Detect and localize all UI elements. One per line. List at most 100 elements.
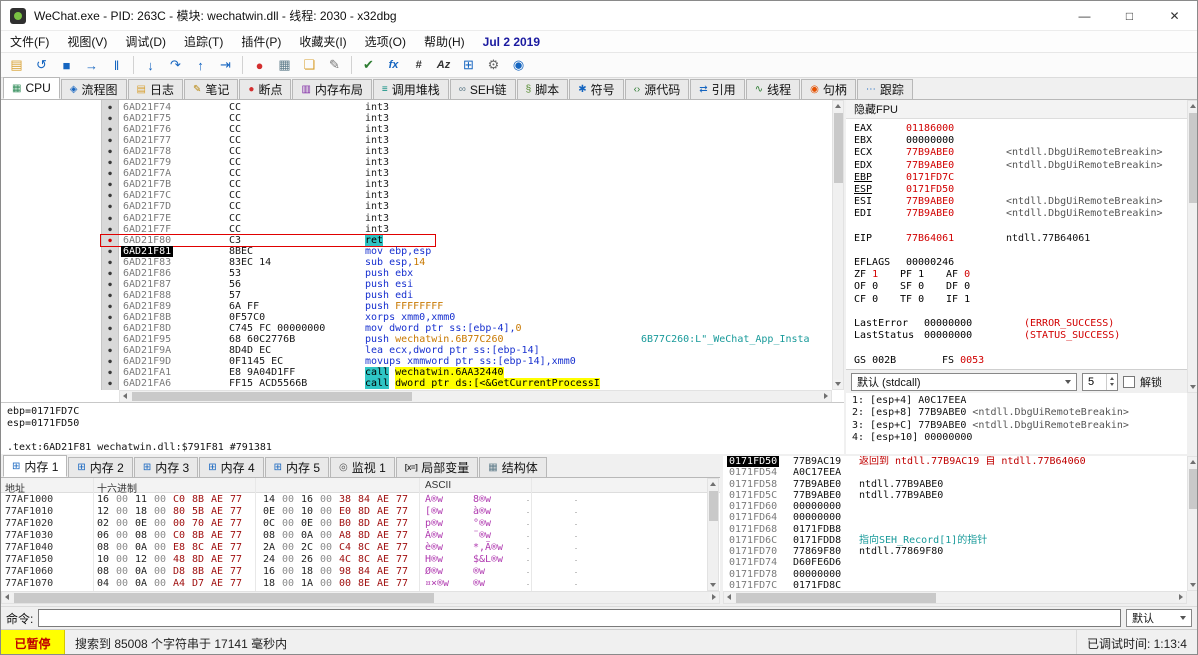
tab-source[interactable]: ‹›源代码	[625, 79, 690, 99]
tab-dump4[interactable]: ⊞内存 4	[199, 457, 263, 477]
stack-row[interactable]: 0171FD7800000000	[723, 569, 1187, 580]
menu-item[interactable]: 帮助(H)	[415, 31, 474, 53]
tab-call-stack[interactable]: ≡调用堆栈	[373, 79, 449, 99]
stop-icon[interactable]: ■	[55, 54, 78, 76]
scroll-right-icon[interactable]	[709, 592, 719, 602]
tab-dump1[interactable]: ⊞内存 1	[3, 455, 67, 477]
disasm-row[interactable]: ●6AD21F79CCint3	[1, 157, 844, 168]
scroll-right-icon[interactable]	[821, 391, 831, 401]
menu-item[interactable]: 视图(V)	[58, 31, 116, 53]
disasm-row[interactable]: ●6AD21F80C3ret	[1, 235, 844, 246]
tab-script[interactable]: §脚本	[517, 79, 569, 99]
run-icon[interactable]: →	[80, 54, 103, 76]
scroll-up-icon[interactable]	[1188, 457, 1198, 467]
scroll-thumb[interactable]	[834, 113, 843, 183]
register-row[interactable]: EDX77B9ABE0<ntdll.DbgUiRemoteBreakin>	[846, 160, 1187, 172]
dump-row[interactable]: 77AF101012001800805BAE770E001000E08DAE77…	[1, 506, 720, 518]
stack-row[interactable]: 0171FD6400000000	[723, 512, 1187, 523]
pause-icon[interactable]: ‖	[105, 54, 128, 76]
stack-hscrollbar[interactable]	[723, 591, 1187, 604]
disasm-row[interactable]: ●6AD21FA6FF15 ACD5566Bcall dword ptr ds:…	[1, 378, 844, 389]
register-row[interactable]: LastError00000000(ERROR_SUCCESS)	[846, 318, 1187, 330]
dump-row[interactable]: 77AF106008000A00D88BAE77160018009884AE77…	[1, 566, 720, 578]
register-row[interactable]: EAX01186000	[846, 123, 1187, 135]
stack-row[interactable]: 0171FD680171FDB8	[723, 524, 1187, 535]
scroll-thumb[interactable]	[14, 593, 434, 603]
tab-graph[interactable]: ◈流程图	[61, 79, 127, 99]
argument-row[interactable]: 4: [esp+10] 00000000	[846, 432, 1187, 444]
tab-handles[interactable]: ◉句柄	[801, 79, 856, 99]
disasm-row[interactable]: ●6AD21F7DCCint3	[1, 201, 844, 212]
scroll-down-icon[interactable]	[708, 580, 718, 590]
tab-references[interactable]: ⇄引用	[690, 79, 744, 99]
argument-row[interactable]: 1: [esp+4] A0C17EEA	[846, 395, 1187, 407]
settings-icon[interactable]: ⚙	[482, 54, 505, 76]
disasm-row[interactable]: ●6AD21F8DC745 FC 00000000mov dword ptr s…	[1, 323, 844, 334]
registers-vscrollbar[interactable]	[1187, 100, 1198, 393]
register-row[interactable]: EBX00000000	[846, 135, 1187, 147]
open-file-icon[interactable]: ▤	[5, 54, 28, 76]
argument-count-spinner[interactable]: 5	[1082, 373, 1118, 391]
tab-cpu[interactable]: ▦CPU	[3, 77, 60, 99]
tab-dump3[interactable]: ⊞内存 3	[134, 457, 198, 477]
calculator-icon[interactable]: ⊞	[457, 54, 480, 76]
spin-down-icon[interactable]	[1107, 382, 1117, 390]
log-icon[interactable]: ❏	[298, 54, 321, 76]
register-row[interactable]: ECX77B9ABE0<ntdll.DbgUiRemoteBreakin>	[846, 147, 1187, 159]
stack-row[interactable]: 0171FD5077B9AC19返回到 ntdll.77B9AC19 自 ntd…	[723, 456, 1187, 467]
tab-seh[interactable]: ∞SEH链	[450, 79, 516, 99]
scroll-left-icon[interactable]	[724, 592, 734, 602]
functions-icon[interactable]: fx	[382, 54, 405, 76]
disasm-row[interactable]: ●6AD21F8756push esi	[1, 279, 844, 290]
menu-item[interactable]: 选项(O)	[356, 31, 415, 53]
menu-item[interactable]: 收藏夹(I)	[290, 31, 355, 53]
globe-icon[interactable]: ◉	[507, 54, 530, 76]
disasm-row[interactable]: ●6AD21F74CCint3	[1, 102, 844, 113]
disasm-row[interactable]: ●6AD21F75CCint3	[1, 113, 844, 124]
tab-notes[interactable]: ✎笔记	[184, 79, 238, 99]
disasm-row[interactable]: ●6AD21F7CCCint3	[1, 190, 844, 201]
menu-item[interactable]: 插件(P)	[232, 31, 290, 53]
dump-row[interactable]: 77AF102002000E000070AE770C000E00B08DAE77…	[1, 518, 720, 530]
register-row[interactable]: EBP0171FD7C	[846, 172, 1187, 184]
menu-item-date[interactable]: Jul 2 2019	[474, 31, 549, 53]
stack-row[interactable]: 0171FD7077869F80ntdll.77869F80	[723, 546, 1187, 557]
disasm-row[interactable]: ●6AD21F77CCint3	[1, 135, 844, 146]
scroll-up-icon[interactable]	[708, 479, 718, 489]
tab-breakpoints[interactable]: ●断点	[239, 79, 291, 99]
disasm-hscrollbar[interactable]	[119, 390, 832, 402]
patches-icon[interactable]: ✔	[357, 54, 380, 76]
register-row[interactable]: EDI77B9ABE0<ntdll.DbgUiRemoteBreakin>	[846, 208, 1187, 220]
stack-vscrollbar[interactable]	[1187, 456, 1198, 591]
stack-row[interactable]: 0171FD6C0171FDD8指向SEH_Record[1]的指针	[723, 535, 1187, 546]
register-row[interactable]: LastStatus00000000(STATUS_SUCCESS)	[846, 330, 1187, 342]
tab-memory-map[interactable]: ▥内存布局	[292, 79, 371, 99]
register-row[interactable]: EIP77B64061ntdll.77B64061	[846, 233, 1187, 245]
calling-convention-select[interactable]: 默认 (stdcall)	[851, 373, 1077, 391]
tab-dump2[interactable]: ⊞内存 2	[68, 457, 132, 477]
unlock-checkbox[interactable]	[1123, 376, 1135, 388]
step-into-icon[interactable]: ↓	[139, 54, 162, 76]
memory-map-icon[interactable]: ▦	[273, 54, 296, 76]
disasm-row[interactable]: ●6AD21F8B0F57C0xorps xmm0,xmm0	[1, 312, 844, 323]
flags-row[interactable]: ZF 1PF 1AF 0	[846, 269, 1187, 281]
scroll-down-icon[interactable]	[833, 379, 843, 389]
disasm-row[interactable]: ●6AD21F9A8D4D EClea ecx,dword ptr ss:[eb…	[1, 345, 844, 356]
disasm-row[interactable]: ●6AD21F818BECmov ebp,esp	[1, 246, 844, 257]
scroll-thumb[interactable]	[1189, 113, 1198, 203]
restart-icon[interactable]: ↺	[30, 54, 53, 76]
dump-vscrollbar[interactable]	[707, 478, 719, 591]
segments-row[interactable]: GS 002BFS 0053	[846, 355, 1187, 367]
flags-row[interactable]: OF 0SF 0DF 0	[846, 281, 1187, 293]
scroll-down-icon[interactable]	[1188, 580, 1198, 590]
register-row[interactable]: ESP0171FD50	[846, 184, 1187, 196]
scroll-left-icon[interactable]	[120, 391, 130, 401]
strings-icon[interactable]: Az	[432, 54, 455, 76]
dump-row[interactable]: 77AF100016001100C08BAE77140016003884AE77…	[1, 494, 720, 506]
dump-row[interactable]: 77AF105010001200488DAE77240026004C8CAE77…	[1, 554, 720, 566]
spinner-arrows[interactable]	[1106, 374, 1117, 390]
stack-row[interactable]: 0171FD6000000000	[723, 501, 1187, 512]
scroll-up-icon[interactable]	[1188, 101, 1198, 111]
scroll-right-icon[interactable]	[1176, 592, 1186, 602]
maximize-button[interactable]: □	[1107, 1, 1152, 30]
